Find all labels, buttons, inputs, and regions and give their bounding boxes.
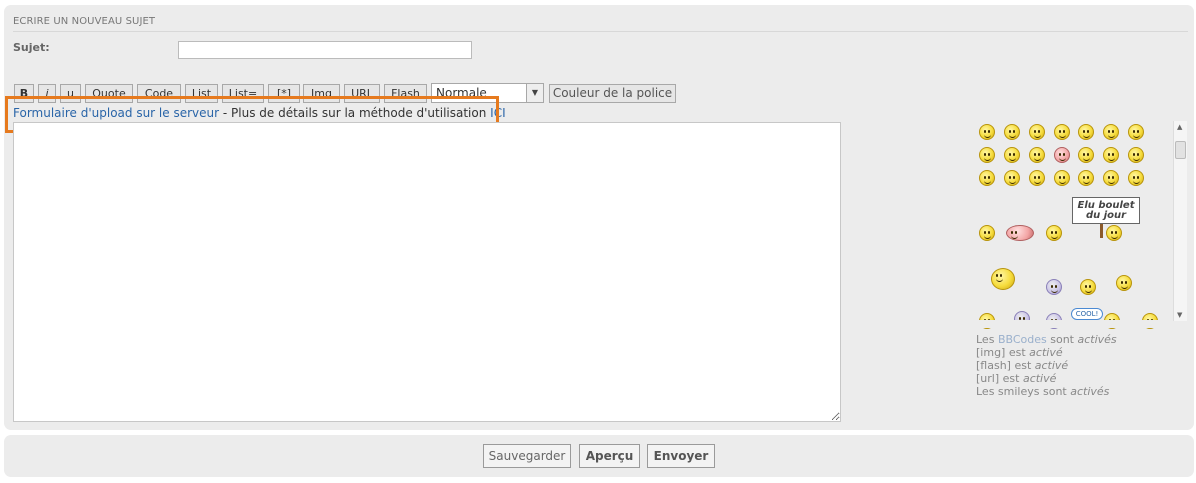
smiley-icon[interactable] [1046, 225, 1062, 241]
smiley-icon[interactable] [1029, 147, 1045, 163]
bbinfo-text: [img] est [976, 346, 1030, 359]
smiley-icon[interactable] [1046, 279, 1062, 295]
img-status-line: [img] est activé [976, 346, 1117, 359]
url-status-line: [url] est activé [976, 372, 1117, 385]
send-button[interactable]: Envoyer [647, 444, 715, 468]
bbinfo-status: activé [1029, 346, 1063, 359]
smiley-icon[interactable] [1004, 124, 1020, 140]
smiley-icon[interactable] [1128, 124, 1144, 140]
smiley-icon[interactable] [1128, 170, 1144, 186]
smiley-icon[interactable] [979, 147, 995, 163]
title-divider [13, 31, 1188, 32]
subject-input[interactable] [178, 41, 472, 59]
smiley-icon[interactable] [1106, 225, 1122, 241]
preview-button[interactable]: Aperçu [579, 444, 640, 468]
smiley-icon[interactable] [991, 268, 1015, 290]
exclamation-smiley-icon[interactable] [1029, 170, 1045, 186]
smiley-icon[interactable] [1103, 124, 1119, 140]
bbinfo-text: [url] est [976, 372, 1023, 385]
smiley-icon[interactable] [979, 124, 995, 140]
smiley-icon[interactable] [979, 225, 995, 241]
smiley-icon[interactable] [979, 170, 995, 186]
chevron-down-icon[interactable]: ▼ [526, 84, 543, 102]
cool-smiley-icon[interactable]: COOL! [1071, 308, 1103, 320]
smiley-icon[interactable] [1004, 170, 1020, 186]
boulet-sign-icon[interactable]: Elu boulet du jour [1072, 197, 1140, 224]
bbcodes-link[interactable]: BBCodes [998, 333, 1047, 346]
smiley-clip [975, 320, 1175, 328]
message-textarea[interactable] [13, 122, 841, 422]
bbinfo-status: activé [1034, 359, 1069, 372]
smiley-icon[interactable] [1116, 275, 1132, 291]
smiley-icon[interactable] [1029, 124, 1045, 140]
smiley-icon[interactable] [1004, 147, 1020, 163]
bbinfo-text: Les smileys sont [976, 385, 1071, 398]
form-title: ECRIRE UN NOUVEAU SUJET [13, 16, 156, 27]
smiley-icon[interactable] [1128, 147, 1144, 163]
smiley-icon[interactable] [1078, 147, 1094, 163]
sign-pole [1100, 224, 1103, 238]
scroll-up-icon[interactable]: ▲ [1177, 123, 1182, 131]
bbinfo-text: Les [976, 333, 998, 346]
smileys-status-line: Les smileys sont activés [976, 385, 1117, 398]
bbcode-status: Les BBCodes sont activés [img] est activ… [976, 333, 1117, 398]
flash-status-line: [flash] est activé [976, 359, 1117, 372]
question-smiley-icon[interactable] [1054, 170, 1070, 186]
smiley-icon[interactable] [1054, 124, 1070, 140]
arrow-smiley-icon[interactable] [1103, 170, 1119, 186]
bbinfo-status: activés [1070, 385, 1110, 398]
bbinfo-status: activés [1077, 333, 1117, 346]
scroll-thumb[interactable] [1175, 141, 1186, 159]
bbcode-status-line: Les BBCodes sont activés [976, 333, 1117, 346]
smiley-icon[interactable] [1006, 225, 1034, 241]
scroll-down-icon[interactable]: ▼ [1177, 311, 1182, 319]
bbinfo-text: sont [1046, 333, 1078, 346]
bbinfo-text: [flash] est [976, 359, 1035, 372]
subject-label: Sujet: [13, 41, 50, 54]
smiley-scrollbar[interactable]: ▲ ▼ [1173, 121, 1187, 321]
smiley-icon[interactable] [1103, 147, 1119, 163]
idea-smiley-icon[interactable] [1078, 170, 1094, 186]
save-button[interactable]: Sauvegarder [483, 444, 571, 468]
font-color-button[interactable]: Couleur de la police [549, 84, 676, 103]
smiley-icon[interactable] [1054, 147, 1070, 163]
smiley-icon[interactable] [1078, 124, 1094, 140]
bbinfo-status: activé [1022, 372, 1057, 385]
sign-line2: du jour [1085, 210, 1127, 221]
smiley-icon[interactable] [1080, 279, 1096, 295]
